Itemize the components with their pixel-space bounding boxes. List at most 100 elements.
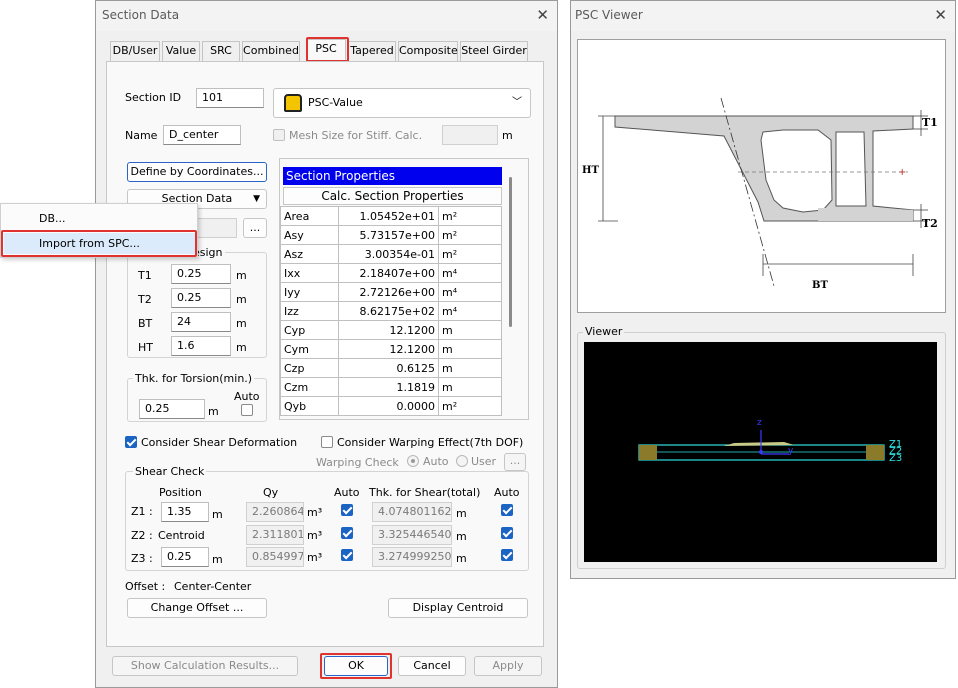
browse-button[interactable]: ...	[243, 218, 267, 238]
show-calculation-results-button[interactable]: Show Calculation Results...	[112, 656, 298, 676]
calc-section-properties-button[interactable]: Calc. Section Properties	[283, 187, 502, 205]
z1-thk-value: 4.0748011625	[372, 502, 452, 522]
tab-combined[interactable]: Combined	[242, 41, 300, 61]
tab-steel-girder[interactable]: Steel Girder	[460, 41, 528, 61]
z2-qy-unit: m³	[307, 529, 323, 542]
property-unit: m	[438, 320, 502, 340]
consider-warping-checkbox[interactable]	[321, 436, 333, 448]
psc-viewer-window: PSC Viewer ✕ + T1 T2 HT BT Viewer z y Z1…	[570, 0, 956, 579]
property-name: Czp	[280, 358, 339, 378]
apply-button[interactable]: Apply	[474, 656, 542, 676]
z2-label: Z2 :	[131, 529, 153, 542]
z3-position-unit: m	[212, 553, 223, 566]
dim-t2-label: T2	[138, 293, 152, 306]
property-row: Czp 0.6125 m	[280, 358, 502, 378]
define-by-coordinates-button[interactable]: Define by Coordinates...	[127, 162, 267, 182]
tab-psc[interactable]: PSC	[306, 39, 346, 61]
scrollbar-thumb[interactable]	[509, 177, 512, 327]
context-menu: DB... Import from SPC...	[0, 203, 198, 258]
dim-ht-input[interactable]: 1.6	[171, 336, 231, 356]
warping-user-radio[interactable]	[456, 455, 468, 467]
viewer-close-icon[interactable]: ✕	[934, 6, 947, 24]
property-value: 2.18407e+00	[338, 263, 439, 283]
cancel-button[interactable]: Cancel	[398, 656, 466, 676]
torsion-auto-label: Auto	[234, 390, 260, 403]
z3-qy-unit: m³	[307, 551, 323, 564]
property-row: Qyb 0.0000 m²	[280, 396, 502, 416]
property-row: Czm 1.1819 m	[280, 377, 502, 397]
tab-db-user[interactable]: DB/User	[110, 41, 160, 61]
consider-shear-checkbox[interactable]	[125, 436, 137, 448]
z3-thk-value: 3.2749992500	[372, 547, 452, 567]
dim-t2-input[interactable]: 0.25	[171, 288, 231, 308]
properties-scrollbar[interactable]	[506, 167, 516, 417]
z2-thk-auto-checkbox[interactable]	[501, 527, 513, 539]
mesh-size-checkbox[interactable]	[273, 129, 285, 141]
tab-tapered[interactable]: Tapered	[348, 41, 396, 61]
z3-qy-auto-checkbox[interactable]	[341, 549, 353, 561]
property-value: 0.0000	[338, 396, 439, 416]
warping-browse-button[interactable]: ...	[504, 453, 526, 471]
section-properties-panel: Section Properties Calc. Section Propert…	[279, 158, 529, 420]
dim-bt-input[interactable]: 24	[171, 312, 231, 332]
shear-auto1-header: Auto	[334, 486, 360, 499]
dim-ht-unit: m	[236, 341, 247, 354]
property-value: 12.1200	[338, 339, 439, 359]
shear-thk-header: Thk. for Shear(total)	[369, 486, 481, 499]
z3-thk-auto-checkbox[interactable]	[501, 549, 513, 561]
property-name: Asy	[280, 225, 339, 245]
property-unit: m⁴	[438, 263, 502, 283]
z1-thk-auto-checkbox[interactable]	[501, 504, 513, 516]
dim-t1-input[interactable]: 0.25	[171, 264, 231, 284]
torsion-group-title: Thk. for Torsion(min.)	[133, 372, 255, 385]
offset-label: Offset :	[125, 580, 166, 593]
psc-web-void	[835, 131, 867, 207]
dialog-title: Section Data	[102, 8, 180, 22]
section-id-input[interactable]: 101	[196, 88, 264, 108]
warping-auto-radio[interactable]	[407, 455, 419, 467]
viewer-group-title: Viewer	[583, 325, 625, 338]
change-offset-button[interactable]: Change Offset ...	[127, 598, 267, 618]
property-row: Izz 8.62175e+02 m⁴	[280, 301, 502, 321]
property-unit: m⁴	[438, 301, 502, 321]
property-row: Iyy 2.72126e+00 m⁴	[280, 282, 502, 302]
z1-thk-unit: m	[456, 507, 467, 520]
z2-thk-unit: m	[456, 530, 467, 543]
torsion-input[interactable]: 0.25	[139, 399, 205, 419]
name-input[interactable]: D_center	[163, 125, 241, 145]
shear-check-title: Shear Check	[133, 465, 207, 478]
ok-button[interactable]: OK	[324, 656, 388, 676]
z3-position-input[interactable]: 0.25	[161, 547, 209, 567]
display-centroid-button[interactable]: Display Centroid	[388, 598, 528, 618]
property-unit: m²	[438, 225, 502, 245]
property-name: Iyy	[280, 282, 339, 302]
offset-value: Center-Center	[174, 580, 252, 593]
dim-t1-label: T1	[138, 269, 152, 282]
property-unit: m²	[438, 244, 502, 264]
tab-src[interactable]: SRC	[202, 41, 240, 61]
z1-qy-unit: m³	[307, 506, 323, 519]
dim-bt-unit: m	[236, 317, 247, 330]
torsion-auto-checkbox[interactable]	[241, 404, 253, 416]
psc-value-icon	[284, 94, 302, 112]
menu-item-import-from-spc[interactable]: Import from SPC...	[4, 233, 195, 254]
mesh-size-label: Mesh Size for Stiff. Calc.	[289, 129, 423, 142]
section-type-select[interactable]: PSC-Value ﹀	[273, 88, 531, 118]
tab-value[interactable]: Value	[162, 41, 200, 61]
viewer-title: PSC Viewer	[575, 8, 643, 22]
menu-item-db[interactable]: DB...	[1, 209, 197, 229]
property-value: 1.05452e+01	[338, 206, 439, 226]
property-value: 8.62175e+02	[338, 301, 439, 321]
z1-position-unit: m	[212, 508, 223, 521]
z2-qy-auto-checkbox[interactable]	[341, 527, 353, 539]
dim-bt-text: BT	[812, 280, 828, 291]
property-name: Area	[280, 206, 339, 226]
property-unit: m	[438, 358, 502, 378]
z1-qy-auto-checkbox[interactable]	[341, 504, 353, 516]
svg-text:+: +	[898, 167, 906, 178]
z1-position-input[interactable]: 1.35	[161, 502, 209, 522]
close-icon[interactable]: ✕	[536, 6, 549, 24]
viewer-canvas[interactable]: z y Z1 Z2 Z3	[584, 342, 937, 562]
tab-composite[interactable]: Composite	[398, 41, 458, 61]
property-name: Ixx	[280, 263, 339, 283]
